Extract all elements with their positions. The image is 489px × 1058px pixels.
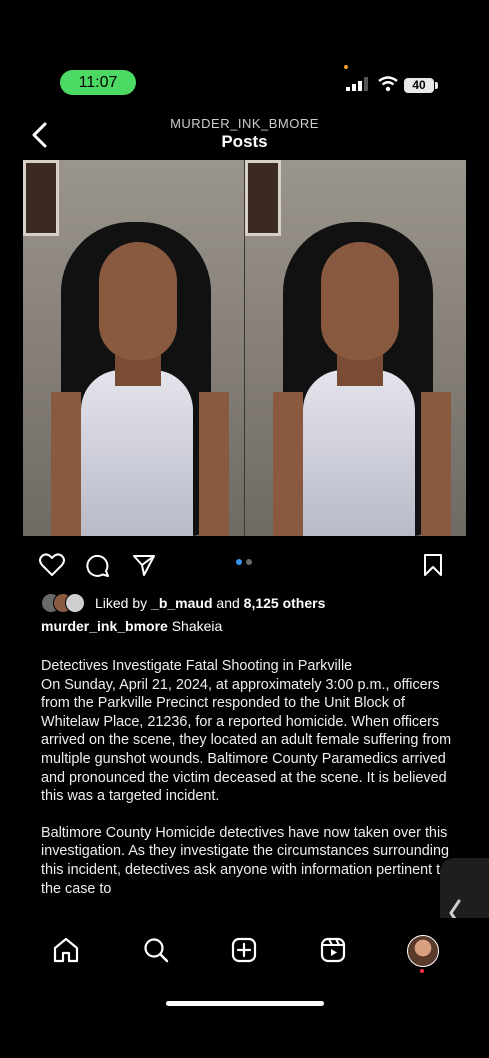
liked-by-user[interactable]: _b_maud (151, 595, 212, 611)
liked-by-avatars[interactable] (41, 593, 93, 613)
comment-icon[interactable] (85, 553, 110, 578)
reels-icon[interactable] (320, 937, 346, 963)
header-account-name: MURDER_INK_BMORE (170, 116, 319, 131)
shirt-shape (81, 370, 193, 536)
avatar (65, 593, 85, 613)
carousel-dot (246, 559, 252, 565)
carousel-indicator (236, 559, 256, 565)
wall-frame (23, 160, 59, 236)
cellular-signal-icon (346, 77, 368, 91)
like-heart-icon[interactable] (39, 553, 65, 577)
body-paragraph: Baltimore County Homicide detectives hav… (41, 824, 449, 897)
likes-count[interactable]: 8,125 others (244, 595, 326, 611)
likes-prefix: Liked by (95, 595, 152, 611)
photo-panel-left (23, 160, 244, 536)
page-title: Posts (221, 132, 268, 151)
privacy-indicator (344, 65, 348, 69)
arm-shape (199, 392, 229, 536)
caption-text: Shakeia (167, 618, 223, 634)
post-caption: murder_ink_bmore Shakeia (41, 618, 222, 634)
carousel-dot-active (236, 559, 242, 565)
post-image[interactable] (23, 160, 466, 536)
post-body: Detectives Investigate Fatal Shooting in… (41, 657, 461, 916)
share-send-icon[interactable] (132, 553, 156, 577)
create-post-icon[interactable] (231, 937, 257, 963)
likes-text[interactable]: Liked by _b_maud and 8,125 others (95, 595, 325, 611)
likes-middle: and (212, 595, 244, 611)
shirt-shape (303, 370, 415, 536)
status-time: 11:07 (60, 70, 136, 95)
save-bookmark-icon[interactable] (423, 553, 443, 577)
face-shape (99, 242, 177, 360)
home-icon[interactable] (53, 937, 79, 963)
arm-shape (273, 392, 303, 536)
profile-avatar[interactable] (407, 935, 439, 967)
home-indicator[interactable] (166, 1001, 324, 1006)
notification-dot (420, 969, 424, 973)
wifi-icon (378, 76, 398, 92)
arm-shape (51, 392, 81, 536)
body-paragraph: Detectives Investigate Fatal Shooting in… (41, 658, 452, 805)
caption-username[interactable]: murder_ink_bmore (41, 618, 168, 634)
battery-indicator: 40 (404, 78, 434, 93)
photo-panel-right (245, 160, 466, 536)
face-shape (321, 242, 399, 360)
search-icon[interactable] (143, 937, 169, 963)
battery-tip (435, 82, 438, 89)
arm-shape (421, 392, 451, 536)
wall-frame (245, 160, 281, 236)
